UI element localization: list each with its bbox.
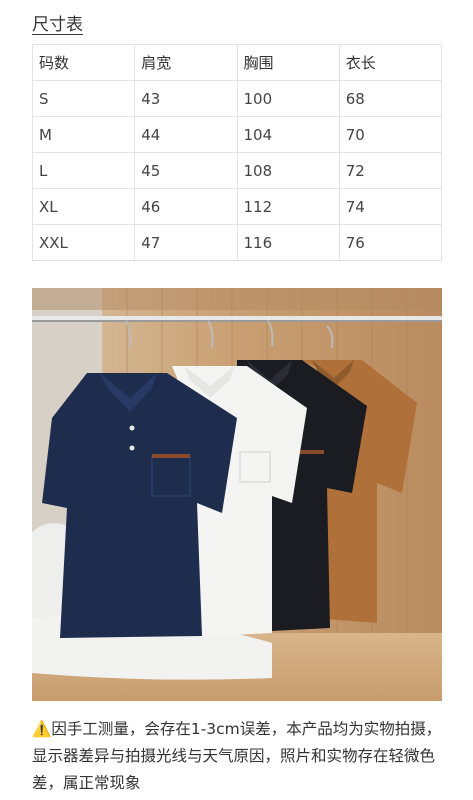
table-cell: 116 [236,224,340,261]
table-cell: L [31,152,136,189]
table-cell: 72 [338,152,443,189]
table-row: M 44 104 70 [31,116,443,153]
table-row: S 43 100 68 [31,80,443,117]
warning-icon: ⚠️ [32,720,52,738]
table-cell: 108 [236,152,340,189]
table-cell: M [31,116,136,153]
measurement-note: ⚠️因手工测量，会存在1-3cm误差，本产品均为实物拍摄，显示器差异与拍摄光线与… [32,716,450,797]
table-cell: 45 [134,152,238,189]
table-cell: 43 [134,80,238,117]
table-header-row: 码数 肩宽 胸围 衣长 [31,44,443,81]
table-cell: 68 [338,80,443,117]
table-cell: 47 [134,224,238,261]
table-cell: 74 [338,188,443,225]
table-cell: 46 [134,188,238,225]
table-cell: 112 [236,188,340,225]
table-cell: S [31,80,136,117]
table-row: XXL 47 116 76 [31,224,443,261]
size-chart-title: 尺寸表 [32,15,83,35]
product-photo [32,288,442,701]
header-shoulder: 肩宽 [134,44,238,81]
table-cell: 104 [236,116,340,153]
header-length: 衣长 [338,44,443,81]
table-cell: 76 [338,224,443,261]
header-chest: 胸围 [236,44,340,81]
table-cell: 100 [236,80,340,117]
note-text: 因手工测量，会存在1-3cm误差，本产品均为实物拍摄，显示器差异与拍摄光线与天气… [32,720,442,792]
table-cell: 44 [134,116,238,153]
table-row: XL 46 112 74 [31,188,443,225]
table-cell: XL [31,188,136,225]
table-cell: 70 [338,116,443,153]
polo-shirts-illustration [32,288,442,701]
header-size: 码数 [31,44,136,81]
table-row: L 45 108 72 [31,152,443,189]
size-chart-table: 码数 肩宽 胸围 衣长 S 43 100 68 M 44 104 70 L 45… [31,44,443,261]
table-cell: XXL [31,224,136,261]
